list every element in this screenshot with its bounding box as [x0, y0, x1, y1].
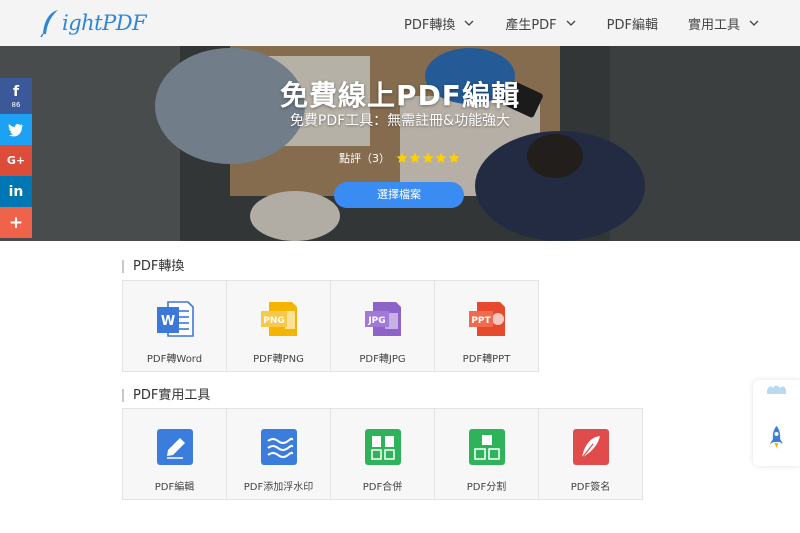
ppt-file-icon: PPT [468, 302, 505, 336]
tool-pdf-to-word[interactable]: W PDF轉Word [123, 281, 227, 371]
utility-tools-grid: PDF編輯 PDF添加浮水印 PDF合併 PDF分割 PDF簽名 [122, 408, 643, 500]
hero-banner: 免費線上PDF編輯 免費PDF工具：無需註冊&功能強大 點評（3） 選擇檔案 [0, 46, 800, 241]
png-file-icon: PNG [260, 302, 297, 336]
tool-pdf-to-png[interactable]: PNG PDF轉PNG [227, 281, 331, 371]
nav-label: PDF編輯 [606, 17, 658, 33]
nav-pdf-edit[interactable]: PDF編輯 [607, 14, 658, 33]
tool-label: PDF轉PNG [253, 354, 304, 365]
tool-label: PDF合併 [362, 482, 403, 493]
rating-row: 點評（3） [0, 150, 800, 166]
nav-tools[interactable]: 實用工具 [688, 14, 760, 33]
nav-label: PDF轉換 [404, 17, 456, 33]
twitter-share[interactable] [0, 114, 32, 145]
tool-pdf-edit[interactable]: PDF編輯 [123, 409, 227, 499]
section-title-convert: PDF轉換 [122, 260, 184, 273]
nav-create-pdf[interactable]: 產生PDF [505, 14, 576, 33]
tool-label: PDF轉PPT [462, 354, 511, 365]
tool-label: PDF轉JPG [359, 354, 406, 365]
tool-label: PDF轉Word [146, 354, 203, 365]
lightpdf-logo[interactable]: ightPDF [40, 6, 147, 40]
share-plus-icon: + [8, 212, 24, 233]
chevron-down-icon [749, 20, 759, 26]
jpg-file-icon: JPG [364, 302, 401, 336]
merge-icon [364, 429, 401, 465]
watermark-waves-icon [260, 429, 297, 465]
facebook-icon: f [12, 83, 20, 100]
cloud-icon [767, 385, 786, 394]
star-icon[interactable] [448, 152, 460, 164]
tool-label: PDF分割 [466, 482, 507, 493]
star-icon[interactable] [396, 152, 408, 164]
tool-pdf-merge[interactable]: PDF合併 [331, 409, 435, 499]
linkedin-icon: in [8, 183, 24, 200]
word-file-icon: W [156, 301, 194, 337]
chevron-down-icon [566, 20, 576, 26]
feather-logo-icon [40, 10, 58, 38]
main-nav: PDF轉換 產生PDF PDF編輯 實用工具 [374, 0, 760, 46]
tool-label: PDF添加浮水印 [243, 482, 314, 493]
feather-sign-icon [572, 429, 609, 465]
floating-side-widget [753, 380, 800, 466]
rocket-icon [770, 426, 783, 448]
pencil-edit-icon [156, 429, 193, 465]
choose-file-button[interactable]: 選擇檔案 [334, 182, 464, 208]
hero-subtitle: 免費PDF工具：無需註冊&功能強大 [289, 113, 511, 129]
floating-widget-icons [767, 385, 786, 448]
social-share-bar: f 86 G+ in + [0, 78, 32, 238]
linkedin-share[interactable]: in [0, 176, 32, 207]
star-icon[interactable] [409, 152, 421, 164]
section-title-utilities: PDF實用工具 [122, 389, 210, 402]
facebook-share-count: 86 [11, 100, 21, 109]
google-plus-icon: G+ [6, 154, 26, 167]
top-navbar: ightPDF PDF轉換 產生PDF PDF編輯 實用工具 [0, 0, 800, 47]
chevron-down-icon [464, 20, 474, 26]
svg-text:PPT: PPT [471, 316, 491, 326]
logo-text: ightPDF [62, 11, 147, 35]
hero-title: 免費線上PDF編輯 [280, 79, 520, 112]
twitter-icon [8, 123, 23, 136]
rating-stars[interactable] [396, 152, 461, 164]
svg-text:JPG: JPG [367, 316, 385, 326]
nav-label: 實用工具 [687, 17, 740, 33]
tool-label: PDF編輯 [154, 482, 195, 493]
rating-label: 點評（3） [339, 152, 390, 165]
nav-pdf-convert[interactable]: PDF轉換 [404, 14, 475, 33]
nav-label: 產生PDF [505, 17, 557, 33]
split-icon [468, 429, 505, 465]
svg-text:W: W [160, 314, 174, 329]
tool-pdf-to-ppt[interactable]: PPT PDF轉PPT [435, 281, 538, 371]
tool-pdf-split[interactable]: PDF分割 [435, 409, 539, 499]
star-icon[interactable] [422, 152, 434, 164]
tool-label: PDF簽名 [570, 482, 611, 493]
facebook-share[interactable]: f 86 [0, 78, 32, 114]
google-plus-share[interactable]: G+ [0, 145, 32, 176]
convert-tools-grid: W PDF轉Word PNG PDF轉PNG JPG PDF轉JPG PPT P… [122, 280, 539, 372]
tool-pdf-watermark[interactable]: PDF添加浮水印 [227, 409, 331, 499]
star-icon[interactable] [435, 152, 447, 164]
tool-pdf-to-jpg[interactable]: JPG PDF轉JPG [331, 281, 435, 371]
more-share[interactable]: + [0, 207, 32, 238]
svg-text:PNG: PNG [263, 316, 285, 326]
tool-pdf-sign[interactable]: PDF簽名 [539, 409, 642, 499]
